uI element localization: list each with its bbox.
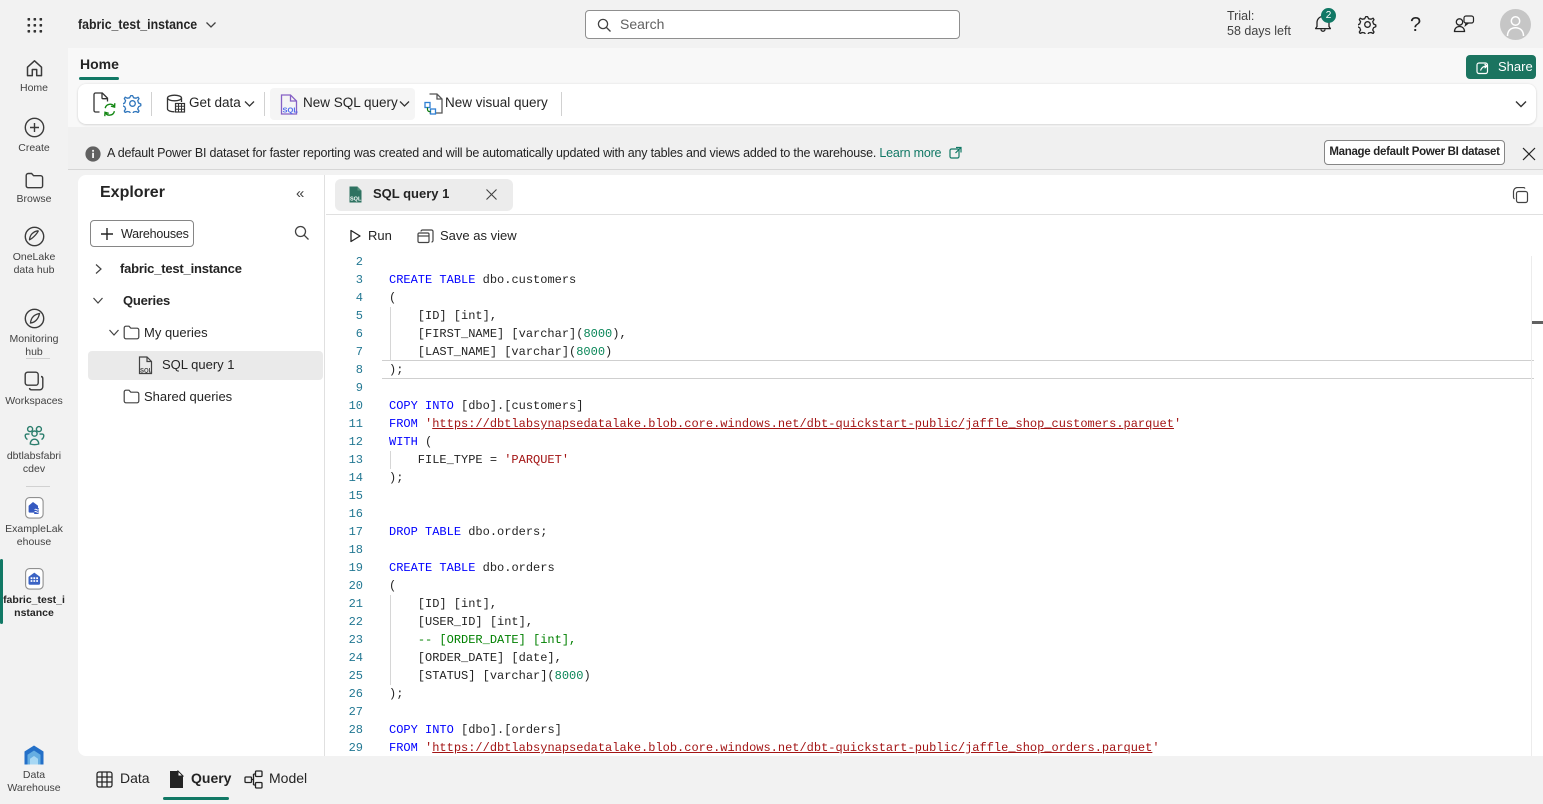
svg-text:SQL: SQL [283, 106, 299, 115]
svg-text:SQL: SQL [350, 197, 362, 203]
svg-text:SQL: SQL [140, 369, 153, 375]
